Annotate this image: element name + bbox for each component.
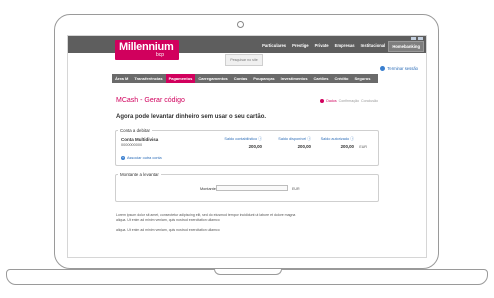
balance-accounting-value: 200,00 [248, 144, 262, 149]
menu-item-investimentos[interactable]: Investimentos [278, 74, 311, 83]
top-nav-private[interactable]: Private [312, 41, 332, 52]
logout-icon [380, 66, 386, 71]
language-flags[interactable] [411, 37, 423, 40]
browser-screen: Particulares Prestige Private Empresas I… [67, 35, 427, 258]
current-step-icon [320, 99, 325, 103]
menu-item-contas[interactable]: Contas [231, 74, 251, 83]
top-nav: Particulares Prestige Private Empresas I… [259, 41, 424, 52]
laptop-notch [214, 269, 282, 275]
menu-item-transferencias[interactable]: Transferências [131, 74, 165, 83]
flag-icon[interactable] [411, 37, 416, 40]
main-menu: Área M Transferências Pagamentos Carrega… [112, 74, 378, 83]
debit-account-box: Conta a debitar Conta Multidivisa 000000… [115, 128, 379, 166]
logo-main-text: Millennium [119, 41, 174, 53]
logout-label: Terminar sessão [387, 66, 418, 71]
footer-text-2: aliqua. Ut enim ad minim veniam, quis no… [116, 228, 220, 232]
account-currency: EUR [359, 145, 367, 149]
logout-link[interactable]: Terminar sessão [380, 66, 418, 71]
menu-item-poupancas[interactable]: Poupanças [250, 74, 277, 83]
laptop-base [6, 269, 488, 285]
lead-text: Agora pode levantar dinheiro sem usar o … [116, 114, 267, 120]
balance-available-value: 200,00 [297, 144, 311, 149]
top-nav-empresas[interactable]: Empresas [332, 41, 358, 52]
millennium-logo[interactable]: Millennium bcp [115, 40, 179, 60]
menu-item-seguros[interactable]: Seguros [351, 74, 373, 83]
page-title: MCash - Gerar código [116, 97, 185, 104]
top-nav-prestige[interactable]: Prestige [289, 41, 312, 52]
search-popup[interactable]: Pesquisar no site [225, 54, 263, 66]
flag-icon[interactable] [418, 37, 423, 40]
top-nav-institucional[interactable]: Institucional [358, 41, 389, 52]
balance-authorized: Saldo autorizado ⓘ 200,00 [313, 137, 354, 149]
associate-account-label: Associar outra conta [127, 156, 162, 160]
laptop-illustration: Particulares Prestige Private Empresas I… [0, 0, 494, 298]
balance-authorized-value: 200,00 [340, 144, 354, 149]
step-next-2: Conclusão [361, 99, 378, 103]
camera-icon [237, 21, 244, 28]
amount-label: Montante [200, 187, 216, 191]
logo-sub-text: bcp [156, 52, 165, 58]
account-number: 0000000000 [121, 143, 143, 147]
amount-input[interactable] [216, 185, 288, 191]
menu-item-cartoes[interactable]: Cartões [311, 74, 332, 83]
footer-text-1: Lorem ipsum dolor sit amet, consectetur … [116, 213, 296, 222]
amount-title: Montante a levantar [118, 172, 161, 177]
balance-available: Saldo disponível ⓘ 200,00 [266, 137, 311, 149]
balance-authorized-label[interactable]: Saldo autorizado ⓘ [313, 137, 354, 142]
progress-steps: Dados Confirmação Conclusão [320, 99, 378, 103]
amount-box: Montante a levantar Montante EUR [115, 172, 379, 202]
balance-accounting-label[interactable]: Saldo contabilístico ⓘ [202, 137, 262, 142]
menu-item-credito[interactable]: Crédito [331, 74, 351, 83]
account-name: Conta Multidivisa [121, 137, 159, 142]
menu-item-carregamentos[interactable]: Carregamentos [195, 74, 230, 83]
step-next-1: Confirmação [338, 99, 360, 103]
balance-available-label[interactable]: Saldo disponível ⓘ [266, 137, 311, 142]
debit-account-title: Conta a debitar [118, 128, 153, 133]
top-nav-particulares[interactable]: Particulares [259, 41, 289, 52]
amount-currency: EUR [292, 187, 300, 191]
top-nav-homebanking[interactable]: Homebanking [388, 41, 424, 52]
balance-accounting: Saldo contabilístico ⓘ 200,00 [202, 137, 262, 149]
menu-item-pagamentos[interactable]: Pagamentos [165, 74, 196, 83]
plus-icon: + [121, 156, 125, 160]
menu-item-area-m[interactable]: Área M [112, 74, 131, 83]
step-current: Dados [326, 99, 337, 103]
associate-account-link[interactable]: + Associar outra conta [121, 156, 162, 160]
